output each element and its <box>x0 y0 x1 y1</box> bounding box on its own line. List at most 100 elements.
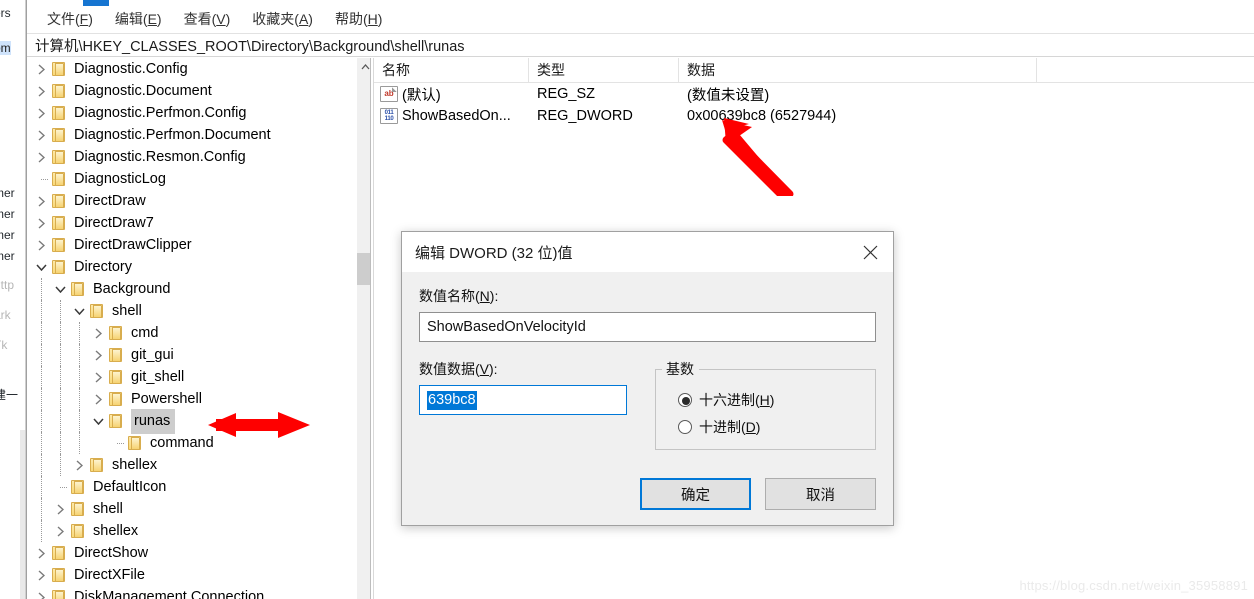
value-name-input[interactable]: ShowBasedOnVelocityId <box>419 312 876 342</box>
chevron-right-icon[interactable] <box>33 547 50 559</box>
ok-button[interactable]: 确定 <box>640 478 751 510</box>
cancel-button[interactable]: 取消 <box>765 478 876 510</box>
tree-item-git-gui[interactable]: git_gui <box>27 344 353 366</box>
tree-item-label: shell <box>93 501 123 517</box>
menu-item-favorites[interactable]: 收藏夹(A) <box>241 9 324 30</box>
column-header-label: 类型 <box>537 62 565 78</box>
tree-item-directdrawclipper[interactable]: DirectDrawClipper <box>27 234 353 256</box>
tree-item-cmd[interactable]: cmd <box>27 322 353 344</box>
chevron-down-icon[interactable] <box>52 285 69 293</box>
tree-item-directory[interactable]: Directory <box>27 256 353 278</box>
tree-guide-line <box>41 476 42 498</box>
tree-guide-line <box>41 344 42 366</box>
tree-item-shell[interactable]: shell <box>27 498 353 520</box>
tree-item-label: shell <box>112 303 142 319</box>
chevron-right-icon[interactable] <box>90 349 107 361</box>
tree-item-label: Diagnostic.Config <box>74 61 188 77</box>
tree-item-shell[interactable]: shell <box>27 300 353 322</box>
tree-item-git-shell[interactable]: git_shell <box>27 366 353 388</box>
chevron-right-icon[interactable] <box>90 371 107 383</box>
chevron-right-icon[interactable] <box>33 129 50 141</box>
tree-item-shellex[interactable]: shellex <box>27 454 353 476</box>
chevron-right-icon[interactable] <box>33 239 50 251</box>
tree-item-command[interactable]: command <box>27 432 353 454</box>
folder-icon <box>107 413 126 429</box>
chevron-right-icon[interactable] <box>33 195 50 207</box>
tree-guide-line <box>60 366 61 388</box>
column-header-data[interactable]: 数据 <box>679 58 1037 82</box>
tree-item-diskmanagement-connection[interactable]: DiskManagement.Connection <box>27 586 353 599</box>
tree-item-diagnostic-document[interactable]: Diagnostic.Document <box>27 80 353 102</box>
tree-item-runas[interactable]: runas <box>27 408 353 434</box>
tree-item-shellex[interactable]: shellex <box>27 520 353 542</box>
menu-item-edit[interactable]: 编辑(E) <box>104 9 173 30</box>
tree-item-background[interactable]: Background <box>27 278 353 300</box>
tree-item-powershell[interactable]: Powershell <box>27 388 353 410</box>
folder-icon <box>107 369 126 385</box>
chevron-right-icon[interactable] <box>33 85 50 97</box>
tree-guide-line <box>41 410 42 432</box>
column-header-name[interactable]: 名称 <box>374 58 529 82</box>
menu-item-help[interactable]: 帮助(H) <box>324 9 393 30</box>
tree-item-defaulticon[interactable]: DefaultIcon <box>27 476 353 498</box>
chevron-down-icon[interactable] <box>71 307 88 315</box>
menu-item-file[interactable]: 文件(F) <box>36 9 104 30</box>
tree-item-diagnostic-config[interactable]: Diagnostic.Config <box>27 58 353 80</box>
address-bar[interactable]: 计算机\HKEY_CLASSES_ROOT\Directory\Backgrou… <box>27 33 1254 57</box>
column-header-type[interactable]: 类型 <box>529 58 679 82</box>
background-text-fragment: http <box>0 278 15 292</box>
radio-decimal[interactable]: 十进制(D) <box>678 417 875 437</box>
value-data-input[interactable]: 639bc8 <box>419 385 627 415</box>
tree-item-diagnostic-perfmon-document[interactable]: Diagnostic.Perfmon.Document <box>27 124 353 146</box>
tree-item-label: git_gui <box>131 347 174 363</box>
chevron-down-icon[interactable] <box>90 417 107 425</box>
menu-item-accelerator: H <box>367 11 378 27</box>
radio-button-icon[interactable] <box>678 420 692 434</box>
tree-item-diagnosticlog[interactable]: DiagnosticLog <box>27 168 353 190</box>
chevron-right-icon[interactable] <box>33 63 50 75</box>
chevron-right-icon[interactable] <box>33 151 50 163</box>
tree-item-directshow[interactable]: DirectShow <box>27 542 353 564</box>
folder-icon <box>50 237 69 253</box>
tree-guide-line <box>41 366 42 388</box>
string-value-icon: ab <box>380 86 398 102</box>
chevron-right-icon[interactable] <box>33 569 50 581</box>
folder-icon <box>50 127 69 143</box>
chevron-right-icon[interactable] <box>33 591 50 599</box>
tree-item-directdraw7[interactable]: DirectDraw7 <box>27 212 353 234</box>
tree-item-label: command <box>150 435 214 451</box>
tree-item-directxfile[interactable]: DirectXFile <box>27 564 353 586</box>
table-row[interactable]: ab (默认) REG_SZ (数值未设置) <box>374 83 1254 105</box>
chevron-right-icon[interactable] <box>33 217 50 229</box>
folder-icon <box>107 347 126 363</box>
chevron-down-icon[interactable] <box>33 263 50 271</box>
folder-icon <box>50 149 69 165</box>
value-name-text: ShowBasedOn... <box>402 108 511 124</box>
table-row[interactable]: 011 110 ShowBasedOn... REG_DWORD 0x00639bc8 … <box>374 105 1254 127</box>
chevron-right-icon[interactable] <box>52 525 69 537</box>
menu-item-view[interactable]: 查看(V) <box>173 9 242 30</box>
folder-icon <box>88 457 107 473</box>
radio-button-icon[interactable] <box>678 393 692 407</box>
chevron-right-icon[interactable] <box>90 327 107 339</box>
chevron-right-icon[interactable] <box>52 503 69 515</box>
tree-item-diagnostic-perfmon-config[interactable]: Diagnostic.Perfmon.Config <box>27 102 353 124</box>
tree-guide-line <box>41 322 42 344</box>
registry-tree: Diagnostic.Config Diagnostic.Document Diag… <box>27 58 353 599</box>
folder-icon <box>50 215 69 231</box>
base-radio-group: 基数 十六进制(H) 十进制(D) <box>655 359 876 450</box>
tree-item-directdraw[interactable]: DirectDraw <box>27 190 353 212</box>
close-icon[interactable] <box>847 232 893 272</box>
folder-icon <box>88 303 107 319</box>
value-data-column: 数值数据(V): 639bc8 <box>419 359 629 450</box>
chevron-right-icon[interactable] <box>71 459 88 471</box>
tree-guide-line <box>41 454 42 476</box>
radio-label: 十六进制 <box>699 392 755 408</box>
tree-guide-line <box>60 344 61 366</box>
value-data-label: 数值数据(V): <box>419 361 498 377</box>
tree-item-diagnostic-resmon-config[interactable]: Diagnostic.Resmon.Config <box>27 146 353 168</box>
background-text-fragment: mer <box>0 186 15 200</box>
chevron-right-icon[interactable] <box>33 107 50 119</box>
radio-hexadecimal[interactable]: 十六进制(H) <box>678 390 875 410</box>
chevron-right-icon[interactable] <box>90 393 107 405</box>
